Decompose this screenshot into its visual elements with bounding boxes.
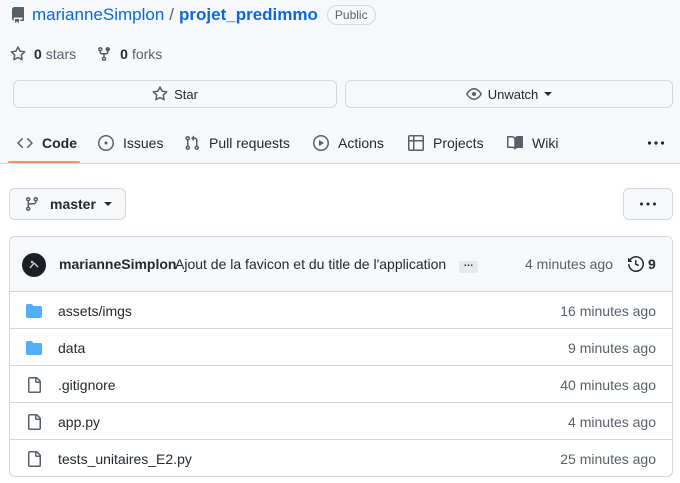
star-button-label: Star (174, 86, 198, 102)
file-row-gitignore[interactable]: .gitignore 40 minutes ago (10, 366, 672, 403)
branch-select-button[interactable]: master (9, 188, 126, 220)
kebab-horizontal-icon (640, 202, 656, 206)
file-name-link[interactable]: app.py (58, 414, 100, 430)
stars-link[interactable]: 0 stars (10, 46, 76, 62)
commit-count: 9 (648, 256, 656, 272)
pull-request-icon (185, 135, 200, 150)
history-icon (628, 256, 644, 272)
file-name-link[interactable]: .gitignore (58, 377, 116, 393)
caret-down-icon (544, 92, 553, 96)
commit-author-link[interactable]: marianneSimplon (59, 256, 176, 272)
branch-name: master (50, 196, 96, 212)
unwatch-button-label: Unwatch (487, 86, 539, 102)
kebab-horizontal-icon (647, 140, 665, 145)
folder-icon (26, 340, 44, 356)
repo-icon (10, 7, 26, 23)
caret-down-icon (103, 202, 112, 206)
tab-code[interactable]: Code (17, 121, 77, 164)
commit-history-link[interactable]: 9 (628, 256, 656, 272)
expand-commit-message-button[interactable]: … (459, 259, 478, 273)
eye-icon (465, 88, 482, 100)
file-last-modified[interactable]: 16 minutes ago (560, 303, 656, 319)
repo-stats: 0 stars 0 forks (10, 45, 182, 63)
repo-title: marianneSimplon / projet_predimmo Public (10, 4, 376, 26)
active-tab-indicator (8, 161, 80, 163)
repo-nav-tabs: Code Issues Pull requests Actions Projec… (0, 121, 680, 164)
commit-time[interactable]: 4 minutes ago (525, 256, 613, 272)
tab-wiki-label: Wiki (532, 134, 559, 151)
file-icon (26, 414, 44, 430)
file-last-modified[interactable]: 40 minutes ago (560, 377, 656, 393)
forks-count: 0 (120, 46, 128, 62)
star-icon (10, 46, 26, 61)
book-icon (507, 135, 523, 149)
table-icon (408, 134, 424, 151)
branch-icon (25, 197, 38, 212)
file-last-modified[interactable]: 25 minutes ago (560, 451, 656, 467)
file-last-modified[interactable]: 4 minutes ago (568, 414, 656, 430)
file-row-assets-imgs[interactable]: assets/imgs 16 minutes ago (10, 292, 672, 329)
star-button[interactable]: Star (13, 80, 337, 108)
stars-count: 0 (34, 46, 42, 62)
tab-projects-label: Projects (433, 134, 484, 151)
tab-projects[interactable]: Projects (408, 121, 484, 164)
repo-name-link[interactable]: projet_predimmo (179, 5, 318, 25)
file-name-link[interactable]: assets/imgs (58, 303, 132, 319)
more-options-button[interactable] (623, 188, 673, 220)
file-last-modified[interactable]: 9 minutes ago (568, 340, 656, 356)
tab-pull-requests-label: Pull requests (209, 134, 290, 151)
play-icon (313, 134, 329, 151)
repo-path-separator: / (169, 5, 175, 24)
file-row-app-py[interactable]: app.py 4 minutes ago (10, 403, 672, 440)
tab-actions-label: Actions (338, 134, 384, 151)
fork-icon (98, 47, 111, 62)
tab-code-label: Code (42, 134, 77, 151)
tab-pull-requests[interactable]: Pull requests (184, 121, 290, 164)
stars-label: stars (45, 46, 77, 62)
file-name-link[interactable]: data (58, 340, 85, 356)
repo-header: marianneSimplon / projet_predimmo Public… (0, 0, 680, 164)
more-tabs-button[interactable] (647, 121, 665, 164)
unwatch-button[interactable]: Unwatch (345, 80, 673, 108)
avatar-image-icon (29, 260, 39, 269)
latest-commit-row: marianneSimplon Ajout de la favicon et d… (10, 237, 672, 292)
issue-icon (98, 134, 114, 151)
forks-label: forks (131, 46, 163, 62)
file-name-link[interactable]: tests_unitaires_E2.py (58, 451, 192, 467)
tab-issues-label: Issues (123, 134, 164, 151)
commit-message-link[interactable]: Ajout de la favicon et du title de l'app… (175, 256, 446, 272)
file-icon (26, 451, 44, 467)
folder-icon (26, 303, 44, 319)
visibility-badge: Public (326, 5, 376, 25)
file-row-tests-unitaires-e2-py[interactable]: tests_unitaires_E2.py 25 minutes ago (10, 440, 672, 476)
repo-owner-link[interactable]: marianneSimplon (32, 5, 164, 25)
code-icon (17, 137, 33, 148)
forks-link[interactable]: 0 forks (96, 46, 162, 62)
star-icon (152, 86, 168, 101)
file-browser: marianneSimplon Ajout de la favicon et d… (9, 236, 673, 477)
file-row-data[interactable]: data 9 minutes ago (10, 329, 672, 366)
tab-wiki[interactable]: Wiki (507, 121, 558, 164)
repo-action-buttons: Star Unwatch (13, 80, 673, 108)
file-icon (26, 377, 44, 393)
tab-issues[interactable]: Issues (98, 121, 163, 164)
tab-actions[interactable]: Actions (313, 121, 384, 164)
avatar[interactable] (22, 253, 46, 277)
